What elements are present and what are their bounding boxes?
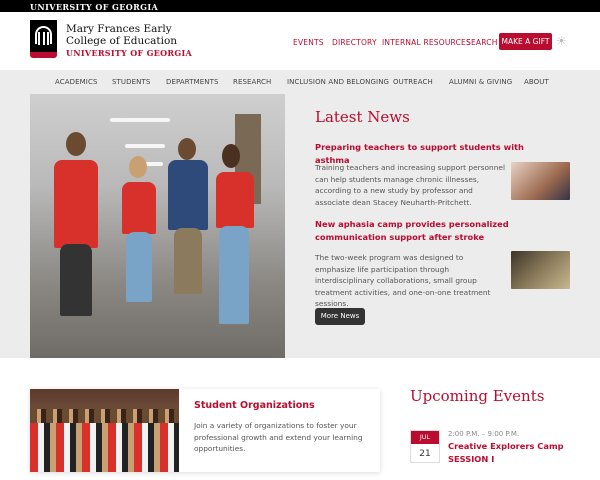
news-body-1: Training teachers and increasing support… [315,163,505,207]
nav-item-research[interactable]: RESEARCH [233,78,271,86]
ceiling-light [125,144,165,148]
news-thumbnail-2[interactable] [511,251,570,289]
make-a-gift-button[interactable]: MAKE A GIFT [499,33,552,50]
news-headline-2[interactable]: New aphasia camp provides personalized c… [315,218,555,244]
ceiling-light [110,118,170,122]
student-figure [60,244,92,316]
nav-item-academics[interactable]: ACADEMICS [55,78,98,86]
student-organizations-description: Join a variety of organizations to foste… [194,421,363,453]
upcoming-events-title: Upcoming Events [410,387,545,405]
main-nav: ACADEMICS STUDENTS DEPARTMENTS RESEARCH … [0,70,600,94]
student-figure [122,182,156,234]
event-time: 2:00 P.M. – 9:00 P.M. [448,430,520,438]
events-link[interactable]: EVENTS [293,38,324,47]
student-head [129,156,147,178]
arch-column [38,32,40,45]
arch-column [42,32,45,45]
event-month: JUL [411,431,439,444]
news-hero: Latest News Preparing teachers to suppor… [0,94,600,358]
site-header: Mary Frances Early College of Education … [0,12,600,70]
student-figure [126,232,152,302]
nav-item-outreach[interactable]: OUTREACH [393,78,433,86]
student-figure [54,160,98,248]
college-name-line2: College of Education [66,35,178,47]
arch-column [47,32,49,45]
student-figure [219,226,249,324]
event-name-link[interactable]: Creative Explorers Camp SESSION I [448,440,588,466]
event-date-badge: JUL 21 [410,430,440,463]
latest-news-title: Latest News [315,108,410,126]
news-body-2: The two-week program was designed to emp… [315,253,491,308]
student-figure [168,160,208,230]
news-thumbnail-1[interactable] [511,162,570,200]
college-name-line1: Mary Frances Early [66,23,172,35]
student-figure [174,228,202,294]
group-heads [30,409,179,423]
arch-logo-icon[interactable] [30,20,57,58]
internal-resources-link[interactable]: INTERNAL RESOURCES [382,38,471,47]
university-topbar[interactable]: UNIVERSITY OF GEORGIA [0,0,600,12]
university-name: UNIVERSITY OF GEORGIA [66,48,193,58]
theme-toggle-icon[interactable]: ☀ [556,35,568,47]
student-head [66,132,86,156]
student-head [222,144,240,168]
nav-item-alumni-giving[interactable]: ALUMNI & GIVING [449,78,512,86]
nav-item-students[interactable]: STUDENTS [112,78,150,86]
nav-item-departments[interactable]: DEPARTMENTS [166,78,219,86]
student-group-photo [30,389,179,472]
group-crowd [30,423,179,472]
student-organizations-card[interactable]: Student Organizations Join a variety of … [30,389,380,472]
college-name[interactable]: Mary Frances Early College of Education [66,23,177,47]
student-figure [216,172,254,228]
student-head [178,138,196,160]
search-link[interactable]: SEARCH [466,38,498,47]
student-organizations-title[interactable]: Student Organizations [194,400,315,411]
nav-item-about[interactable]: ABOUT [524,78,549,86]
more-news-button[interactable]: More News [315,308,365,325]
students-hallway-photo [30,94,285,358]
directory-link[interactable]: DIRECTORY [332,38,377,47]
nav-item-inclusion[interactable]: INCLUSION AND BELONGING [287,78,389,86]
event-day: 21 [419,449,431,459]
